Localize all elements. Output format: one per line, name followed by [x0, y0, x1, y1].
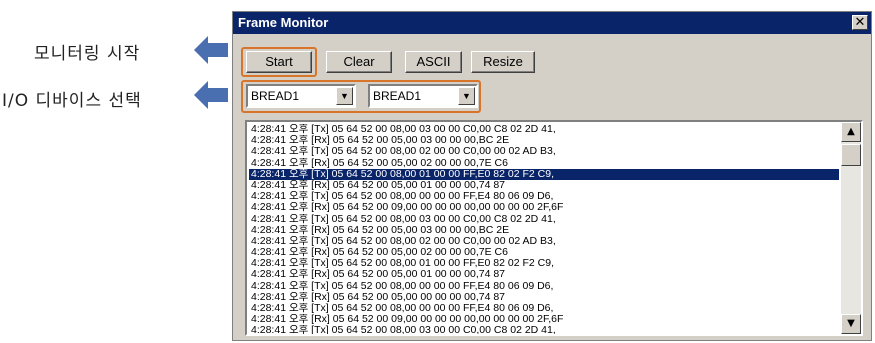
list-item[interactable]: 4:28:41 오후 [Tx] 05 64 52 00 08,00 03 00 … — [249, 214, 839, 225]
list-item[interactable]: 4:28:41 오후 [Rx] 05 64 52 00 05,00 01 00 … — [249, 180, 839, 191]
scroll-thumb[interactable] — [841, 144, 861, 166]
frame-log-rows: 4:28:41 오후 [Tx] 05 64 52 00 08,00 03 00 … — [249, 124, 839, 334]
list-item[interactable]: 4:28:41 오후 [Tx] 05 64 52 00 08,00 00 00 … — [249, 281, 839, 292]
frame-monitor-window: Frame Monitor ✕ Start Clear ASCII Resize… — [232, 11, 872, 341]
annotation-monitor-start: 모니터링 시작 — [34, 44, 141, 64]
resize-button[interactable]: Resize — [471, 51, 535, 73]
arrow-left-icon — [194, 81, 228, 109]
list-item[interactable]: 4:28:41 오후 [Rx] 05 64 52 00 05,00 00 00 … — [249, 292, 839, 303]
window-title: Frame Monitor — [238, 15, 329, 30]
scroll-down-icon[interactable]: ▼ — [841, 314, 861, 334]
ascii-button[interactable]: ASCII — [405, 51, 462, 73]
list-item[interactable]: 4:28:41 오후 [Rx] 05 64 52 00 05,00 01 00 … — [249, 269, 839, 280]
arrow-left-icon — [194, 36, 228, 64]
chevron-down-icon[interactable]: ▼ — [458, 87, 475, 105]
start-button[interactable]: Start — [246, 51, 312, 73]
scroll-up-icon[interactable]: ▲ — [841, 122, 861, 142]
device-select-1-value: BREAD1 — [251, 89, 300, 103]
device-select-1[interactable]: BREAD1 ▼ — [246, 84, 356, 108]
list-item[interactable]: 4:28:41 오후 [Rx] 05 64 52 00 05,00 02 00 … — [249, 247, 839, 258]
device-select-2-value: BREAD1 — [373, 89, 422, 103]
list-item[interactable]: 4:28:41 오후 [Rx] 05 64 52 00 05,00 03 00 … — [249, 225, 839, 236]
vertical-scrollbar[interactable]: ▲ ▼ — [841, 122, 861, 334]
list-item[interactable]: 4:28:41 오후 [Tx] 05 64 52 00 08,00 03 00 … — [249, 124, 839, 135]
list-item[interactable]: 4:28:41 오후 [Rx] 05 64 52 00 09,00 00 00 … — [249, 314, 839, 325]
list-item[interactable]: 4:28:41 오후 [Tx] 05 64 52 00 08,00 01 00 … — [249, 258, 839, 269]
device-select-2[interactable]: BREAD1 ▼ — [368, 84, 478, 108]
list-item[interactable]: 4:28:41 오후 [Tx] 05 64 52 00 08,00 02 00 … — [249, 236, 839, 247]
title-bar[interactable]: Frame Monitor ✕ — [233, 12, 871, 34]
list-item[interactable]: 4:28:41 오후 [Tx] 05 64 52 00 08,00 01 00 … — [249, 168, 839, 180]
frame-log-list[interactable]: 4:28:41 오후 [Tx] 05 64 52 00 08,00 03 00 … — [245, 120, 863, 336]
clear-button[interactable]: Clear — [326, 51, 392, 73]
list-item[interactable]: 4:28:41 오후 [Rx] 05 64 52 00 05,00 02 00 … — [249, 158, 839, 169]
chevron-down-icon[interactable]: ▼ — [336, 87, 353, 105]
list-item[interactable]: 4:28:41 오후 [Tx] 05 64 52 00 08,00 03 00 … — [249, 325, 839, 334]
list-item[interactable]: 4:28:41 오후 [Tx] 05 64 52 00 08,00 00 00 … — [249, 303, 839, 314]
annotation-device-select: I/O 디바이스 선택 — [2, 91, 142, 111]
list-item[interactable]: 4:28:41 오후 [Rx] 05 64 52 00 09,00 00 00 … — [249, 202, 839, 213]
list-item[interactable]: 4:28:41 오후 [Tx] 05 64 52 00 08,00 00 00 … — [249, 191, 839, 202]
close-icon[interactable]: ✕ — [852, 15, 868, 30]
list-item[interactable]: 4:28:41 오후 [Tx] 05 64 52 00 08,00 02 00 … — [249, 146, 839, 157]
list-item[interactable]: 4:28:41 오후 [Rx] 05 64 52 00 05,00 03 00 … — [249, 135, 839, 146]
